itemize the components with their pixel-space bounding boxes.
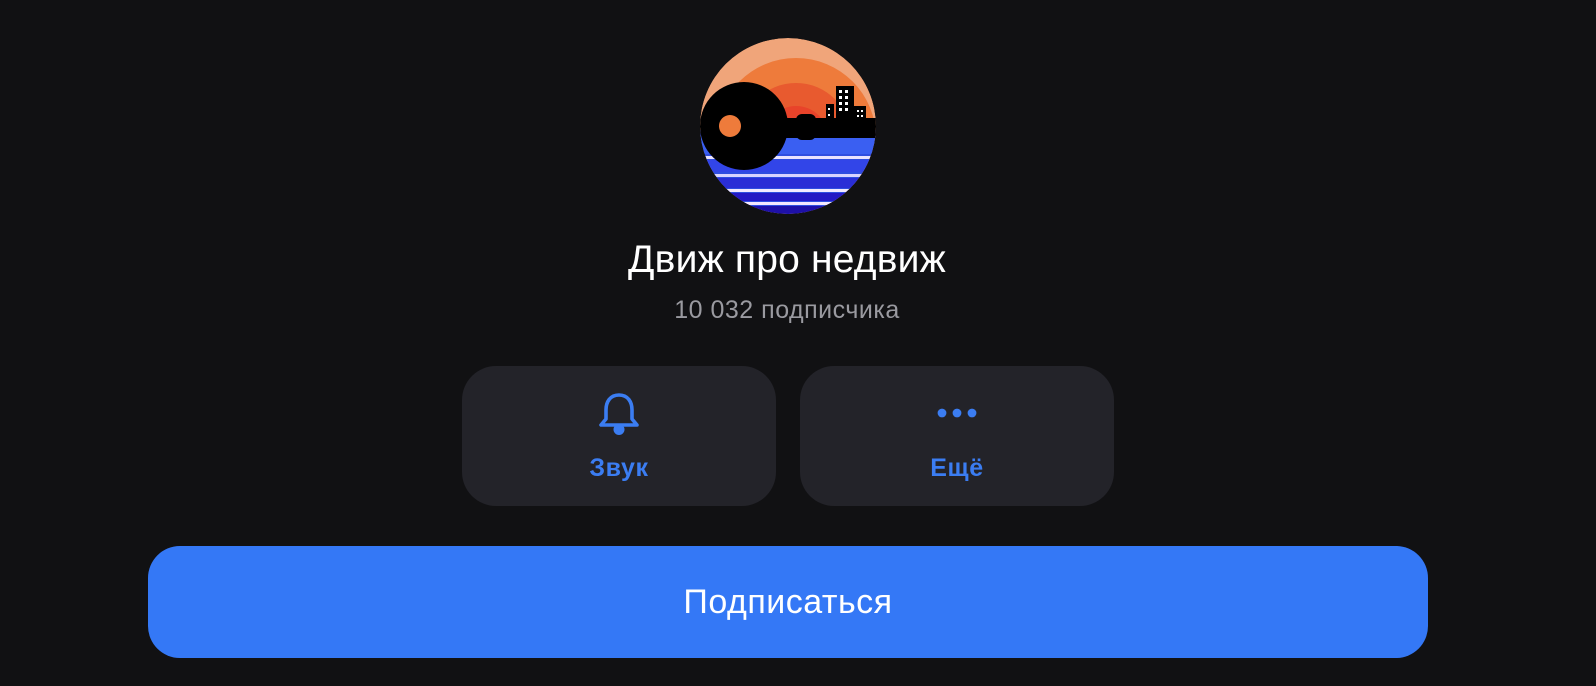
- more-dots-icon: [800, 390, 1114, 436]
- sound-button[interactable]: Звук: [462, 366, 776, 506]
- more-label: Ещё: [930, 454, 984, 482]
- channel-page: Движ про недвиж 10 032 подписчика Звук Е…: [0, 0, 1596, 686]
- bell-icon: [462, 390, 776, 436]
- subscribe-button[interactable]: Подписаться: [148, 546, 1428, 658]
- subscriber-count: 10 032 подписчика: [674, 296, 900, 324]
- more-button[interactable]: Ещё: [800, 366, 1114, 506]
- channel-title: Движ про недвиж: [628, 238, 946, 281]
- sound-label: Звук: [589, 454, 649, 482]
- avatar-key-city-sunset-image: [700, 38, 876, 214]
- channel-avatar[interactable]: [700, 38, 876, 214]
